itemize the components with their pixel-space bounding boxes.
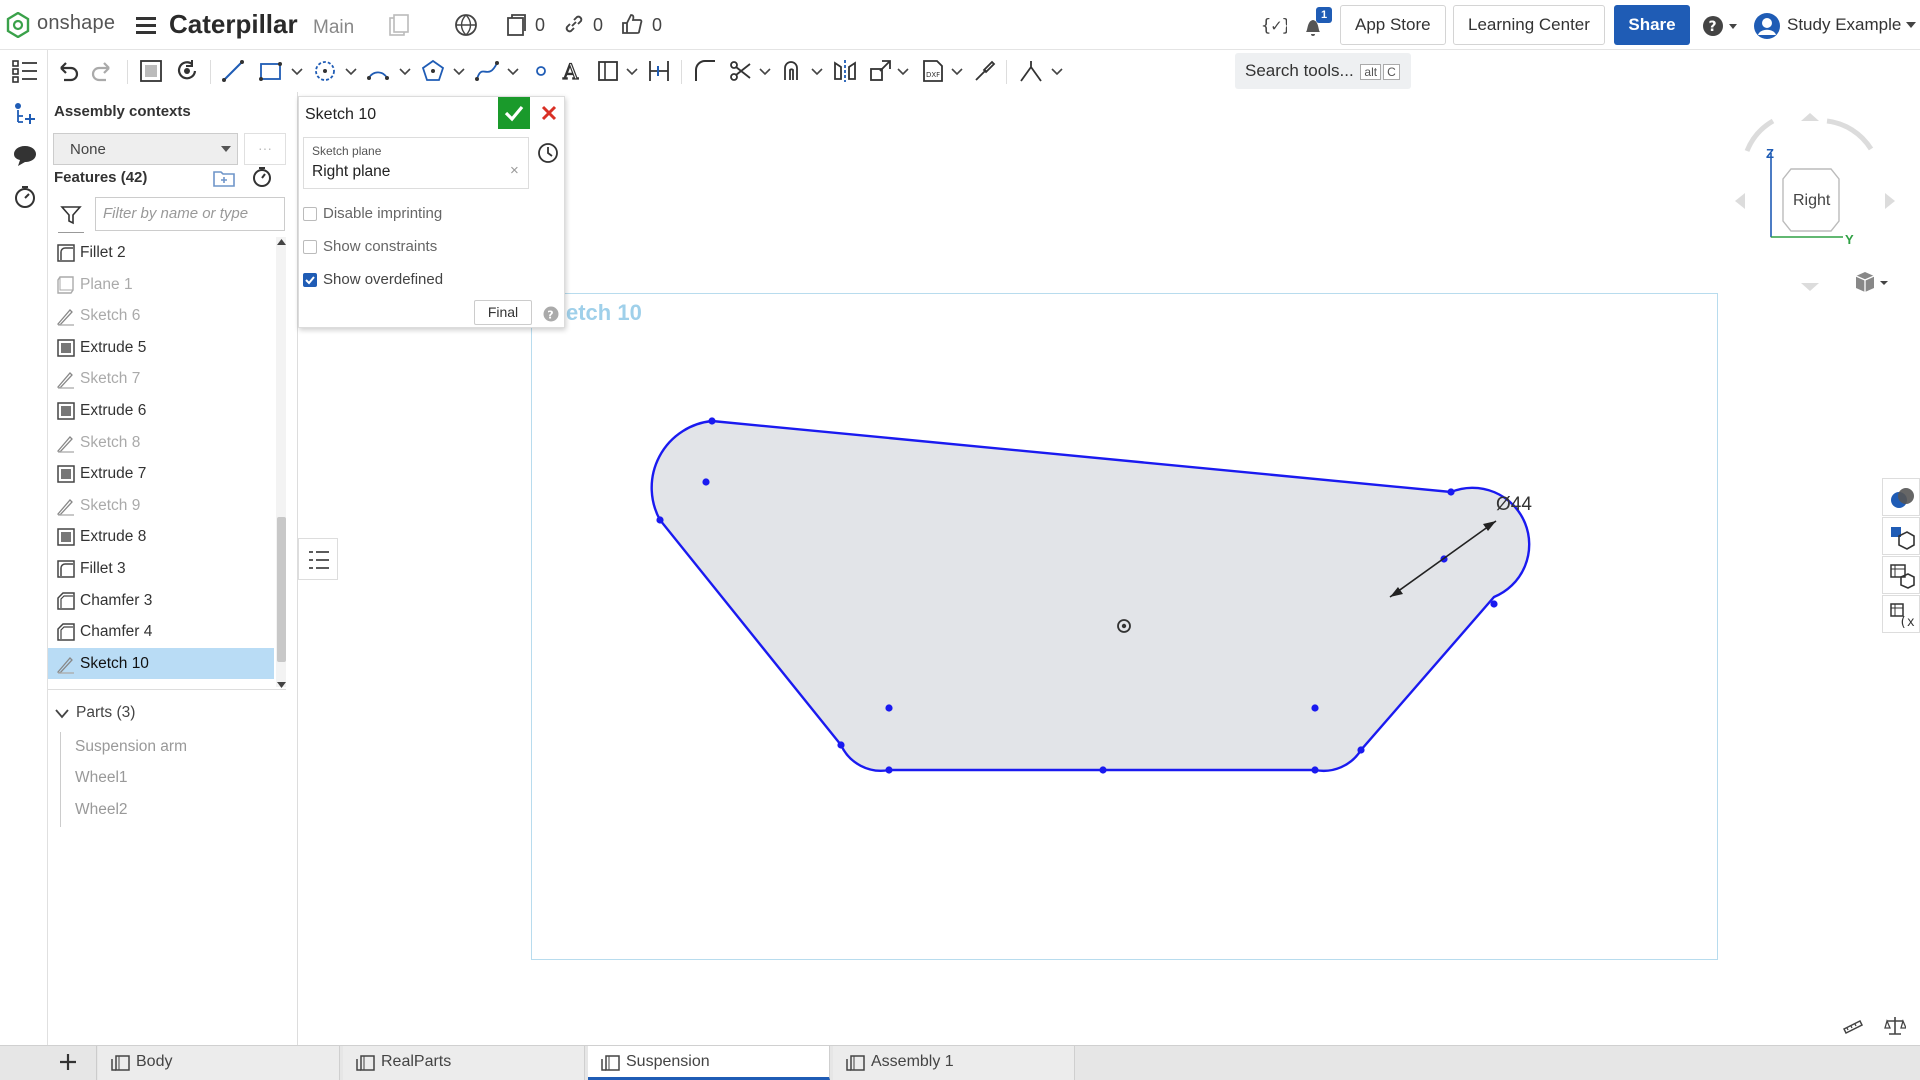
diameter-dimension-label[interactable]: Ø44 [1496,494,1532,516]
final-button[interactable]: Final [474,300,532,325]
svg-text:(x): (x) [1899,615,1915,628]
parts-list-icon [1889,524,1915,550]
show-constraints-box[interactable] [303,240,317,254]
mass-properties-button[interactable] [1882,517,1920,555]
sketch-point [1490,600,1498,608]
appearance-panel-button[interactable] [1882,478,1920,516]
show-overdefined-box[interactable] [303,273,317,287]
sketch-point [1311,704,1319,712]
view-options-cube-icon[interactable] [1853,270,1889,296]
sketch-point [1099,766,1107,774]
tab-label: RealParts [381,1053,452,1070]
cancel-button[interactable] [534,97,564,129]
show-overdefined-label: Show overdefined [323,271,444,288]
tab-body[interactable]: Body [98,1046,340,1080]
view-up-arrow-icon [1801,113,1819,121]
view-axis-y: Y [1845,232,1854,247]
sketch-point [1357,746,1365,754]
configurations-button[interactable] [1882,556,1920,594]
sketch-plane-caption: Sketch plane [312,144,382,158]
sketch-point [885,766,893,774]
appearance-icon [1889,485,1915,511]
sketch-point [708,417,716,425]
sketch-dialog-title[interactable]: Sketch 10 [305,106,376,124]
sketch-plane-value: Right plane [312,163,391,180]
sketch-plane-field[interactable]: Sketch plane Right plane × [303,137,529,189]
tab-label: Body [136,1053,173,1070]
sketch-point [702,478,710,486]
tab-realparts[interactable]: RealParts [343,1046,585,1080]
rotate-right-arrow-icon [1826,118,1874,151]
sketch-profile [650,419,1531,772]
configurations-icon [1889,563,1915,589]
tab-label: Suspension [626,1053,710,1070]
view-left-arrow-icon [1735,193,1745,209]
sketch-point [1311,766,1319,774]
add-tab-plus-icon[interactable] [58,1052,78,1072]
disable-imprinting-box[interactable] [303,207,317,221]
clear-plane-icon[interactable]: × [510,162,519,179]
accept-button[interactable] [498,97,530,129]
view-axis-z: Z [1766,146,1774,161]
disable-imprinting-label: Disable imprinting [323,205,443,222]
part-studio-tab-icon [110,1054,130,1072]
dialog-help-icon[interactable]: ? [543,306,559,322]
sketch-point [1447,488,1455,496]
sketch-history-icon[interactable] [536,141,560,165]
sketch-point [656,516,664,524]
view-down-arrow-icon [1801,283,1819,291]
balance-scale-icon[interactable] [1884,1015,1906,1037]
sketch-geometry[interactable] [0,0,1920,1080]
view-right-arrow-icon [1885,193,1895,209]
part-studio-tab-icon [355,1054,375,1072]
show-constraints-label: Show constraints [323,238,438,255]
measure-tool-icon[interactable] [1842,1017,1864,1035]
check-icon [504,104,524,122]
part-studio-tab-icon [600,1054,620,1072]
tab-suspension[interactable]: Suspension [588,1046,830,1080]
sketch-point [837,741,845,749]
part-studio-tab-icon [845,1054,865,1072]
tab-assembly-1[interactable]: Assembly 1 [833,1046,1075,1080]
close-icon [541,105,557,121]
variables-panel-button[interactable]: (x) [1882,595,1920,633]
sketch-point [885,704,893,712]
sketch-dialog: Sketch 10 Sketch plane Right plane × Dis… [298,96,565,328]
view-cube[interactable]: Z Y Right [1735,105,1895,295]
variable-table-icon: (x) [1889,602,1915,628]
svg-text:?: ? [547,309,553,322]
view-cube-face-label: Right [1793,192,1831,209]
tab-label: Assembly 1 [871,1053,954,1070]
